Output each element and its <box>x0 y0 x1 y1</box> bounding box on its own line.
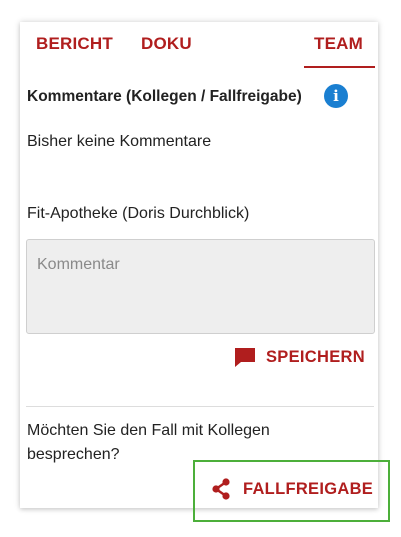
tab-bericht[interactable]: BERICHT <box>36 34 113 54</box>
comment-author-label: Fit-Apotheke (Doris Durchblick) <box>27 205 250 222</box>
comments-title: Kommentare (Kollegen / Fallfreigabe) <box>27 88 302 105</box>
fallfreigabe-label: FALLFREIGABE <box>243 479 374 498</box>
comment-icon <box>235 348 255 367</box>
share-icon <box>212 478 230 500</box>
team-panel: BERICHT DOKU TEAM Kommentare (Kollegen /… <box>20 22 378 508</box>
divider <box>26 406 374 407</box>
tab-doku[interactable]: DOKU <box>141 34 192 54</box>
active-tab-indicator <box>304 66 375 68</box>
tab-team[interactable]: TEAM <box>314 34 363 54</box>
save-button-label: SPEICHERN <box>266 347 365 366</box>
no-comments-text: Bisher keine Kommentare <box>27 133 212 150</box>
tab-bar: BERICHT DOKU TEAM <box>20 22 378 68</box>
save-button[interactable]: SPEICHERN <box>234 344 365 370</box>
comment-input[interactable] <box>27 240 374 333</box>
info-icon[interactable]: i <box>324 84 348 108</box>
comment-field[interactable] <box>26 239 375 334</box>
fallfreigabe-button[interactable]: FALLFREIGABE <box>211 477 373 501</box>
